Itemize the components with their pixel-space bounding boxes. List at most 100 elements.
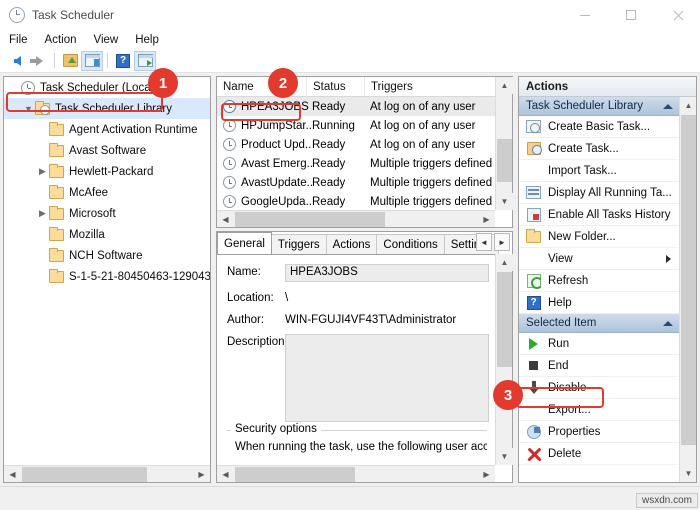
- actions-group-header[interactable]: Task Scheduler Library: [519, 97, 679, 116]
- folder-icon: [49, 247, 64, 262]
- details-vertical-scrollbar[interactable]: ▲ ▼: [495, 254, 513, 465]
- task-status: Running: [312, 119, 355, 132]
- description-field[interactable]: [285, 334, 489, 422]
- scroll-up-icon[interactable]: ▲: [496, 254, 513, 271]
- tree-list: Task Scheduler (Local) ▼ Task Scheduler Li…: [4, 77, 210, 465]
- action-item-end[interactable]: End: [519, 355, 679, 377]
- name-field[interactable]: HPEA3JOBS: [285, 264, 489, 282]
- task-list-horizontal-scrollbar[interactable]: ◀ ▶: [217, 210, 495, 227]
- column-header-triggers[interactable]: Triggers: [365, 77, 496, 97]
- show-hide-pane-button[interactable]: [81, 50, 103, 71]
- tree-item-nch-software[interactable]: NCH Software: [4, 245, 210, 266]
- scroll-right-icon[interactable]: ▶: [478, 211, 495, 228]
- chevron-right-icon[interactable]: ▶: [36, 166, 49, 177]
- tree-item-s-1-5-21-80450463-1290439094[interactable]: S-1-5-21-80450463-1290439094: [4, 266, 210, 287]
- task-row[interactable]: Product Upd... Ready At log on of any user: [217, 135, 495, 154]
- scrollbar-thumb[interactable]: [497, 139, 512, 182]
- action-item-enable-all-tasks-history[interactable]: Enable All Tasks History: [519, 204, 679, 226]
- scroll-left-icon[interactable]: ◀: [217, 466, 234, 483]
- scrollbar-thumb[interactable]: [235, 467, 355, 482]
- tree-horizontal-scrollbar[interactable]: ◀ ▶: [4, 465, 210, 482]
- action-item-display-all-running-ta[interactable]: Display All Running Ta...: [519, 182, 679, 204]
- action-item-delete[interactable]: Delete: [519, 443, 679, 465]
- tab-triggers[interactable]: Triggers: [270, 234, 327, 254]
- chevron-right-icon[interactable]: ▶: [36, 208, 49, 219]
- scroll-right-icon[interactable]: ▶: [193, 466, 210, 483]
- action-item-refresh[interactable]: Refresh: [519, 270, 679, 292]
- action-item-export[interactable]: Export...: [519, 399, 679, 421]
- tree-item-mozilla[interactable]: Mozilla: [4, 224, 210, 245]
- task-status: Ready: [312, 176, 346, 189]
- tab-general[interactable]: General: [217, 232, 272, 254]
- action-item-import-task[interactable]: Import Task...: [519, 160, 679, 182]
- action-item-label: Run: [548, 337, 570, 350]
- tab-conditions[interactable]: Conditions: [376, 234, 445, 254]
- task-row[interactable]: GoogleUpda... Ready Multiple triggers defi…: [217, 192, 495, 210]
- task-row[interactable]: HPJumpStar... Running At log on of any use…: [217, 116, 495, 135]
- scroll-up-icon[interactable]: ▲: [496, 77, 513, 94]
- back-button[interactable]: [6, 51, 28, 71]
- tree-item-hewlett-packard[interactable]: ▶ Hewlett-Packard: [4, 161, 210, 182]
- scroll-down-icon[interactable]: ▼: [496, 448, 513, 465]
- scrollbar-thumb[interactable]: [681, 115, 696, 445]
- scrollbar-thumb[interactable]: [235, 212, 385, 227]
- tree-item-task-scheduler-local[interactable]: Task Scheduler (Local): [4, 77, 210, 98]
- enable-history-icon: [525, 207, 542, 222]
- action-item-label: End: [548, 359, 569, 372]
- column-header-status[interactable]: Status: [307, 77, 365, 97]
- tab-actions[interactable]: Actions: [325, 234, 378, 254]
- menu-item-action[interactable]: Action: [45, 34, 77, 46]
- close-button[interactable]: [654, 0, 700, 30]
- task-details-panel: General Triggers Actions Conditions Settings…: [216, 231, 513, 483]
- tab-prev-button[interactable]: ◄: [476, 233, 492, 251]
- properties-button[interactable]: [134, 50, 156, 71]
- action-item-disable[interactable]: Disable: [519, 377, 679, 399]
- chevron-down-icon[interactable]: ▼: [22, 104, 35, 114]
- action-item-label: Display All Running Ta...: [548, 186, 672, 199]
- actions-group-header[interactable]: Selected Item: [519, 314, 679, 333]
- menu-item-view[interactable]: View: [94, 34, 119, 46]
- scroll-up-icon[interactable]: ▲: [680, 97, 696, 114]
- tree-item-label: S-1-5-21-80450463-1290439094: [69, 270, 210, 283]
- minimize-button[interactable]: [562, 0, 608, 30]
- action-item-create-task[interactable]: Create Task...: [519, 138, 679, 160]
- help-button[interactable]: ?: [112, 51, 134, 71]
- scrollbar-thumb[interactable]: [497, 272, 512, 367]
- scrollbar-thumb[interactable]: [22, 467, 147, 482]
- task-row[interactable]: Avast Emerg... Ready Multiple triggers def…: [217, 154, 495, 173]
- scroll-right-icon[interactable]: ▶: [478, 466, 495, 483]
- action-item-new-folder[interactable]: New Folder...: [519, 226, 679, 248]
- menu-item-file[interactable]: File: [9, 34, 28, 46]
- actions-vertical-scrollbar[interactable]: ▲ ▼: [679, 97, 696, 482]
- action-item-help[interactable]: ? Help: [519, 292, 679, 314]
- chevron-up-icon[interactable]: [663, 103, 673, 109]
- details-horizontal-scrollbar[interactable]: ◀ ▶: [217, 465, 495, 482]
- action-item-create-basic-task[interactable]: Create Basic Task...: [519, 116, 679, 138]
- refresh-icon: [525, 273, 543, 289]
- chevron-up-icon[interactable]: [663, 320, 673, 326]
- general-tab-content: Name: HPEA3JOBS Location: \ Author: WIN-…: [217, 254, 495, 465]
- scroll-left-icon[interactable]: ◀: [217, 211, 234, 228]
- tree-item-agent-activation-runtime[interactable]: Agent Activation Runtime: [4, 119, 210, 140]
- up-one-level-button[interactable]: [59, 51, 81, 71]
- action-item-properties[interactable]: Properties: [519, 421, 679, 443]
- menu-item-help[interactable]: Help: [135, 34, 159, 46]
- scroll-left-icon[interactable]: ◀: [4, 466, 21, 483]
- console-tree-panel: Task Scheduler (Local) ▼ Task Scheduler Li…: [3, 76, 211, 483]
- action-item-label: Create Basic Task...: [548, 120, 651, 133]
- tab-label: General: [224, 237, 265, 250]
- task-row[interactable]: HPEA3JOBS Ready At log on of any user: [217, 97, 495, 116]
- tree-item-microsoft[interactable]: ▶ Microsoft: [4, 203, 210, 224]
- maximize-button[interactable]: [608, 0, 654, 30]
- scroll-down-icon[interactable]: ▼: [496, 193, 513, 210]
- action-item-run[interactable]: Run: [519, 333, 679, 355]
- forward-button[interactable]: [28, 51, 50, 71]
- action-item-view[interactable]: View: [519, 248, 679, 270]
- tree-item-task-scheduler-library[interactable]: ▼ Task Scheduler Library: [4, 98, 210, 119]
- tree-item-mcafee[interactable]: McAfee: [4, 182, 210, 203]
- task-row[interactable]: AvastUpdate... Ready Multiple triggers def…: [217, 173, 495, 192]
- task-list-vertical-scrollbar[interactable]: ▲ ▼: [495, 77, 513, 210]
- tree-item-avast-software[interactable]: Avast Software: [4, 140, 210, 161]
- scroll-down-icon[interactable]: ▼: [680, 465, 696, 482]
- tab-next-button[interactable]: ►: [494, 233, 510, 251]
